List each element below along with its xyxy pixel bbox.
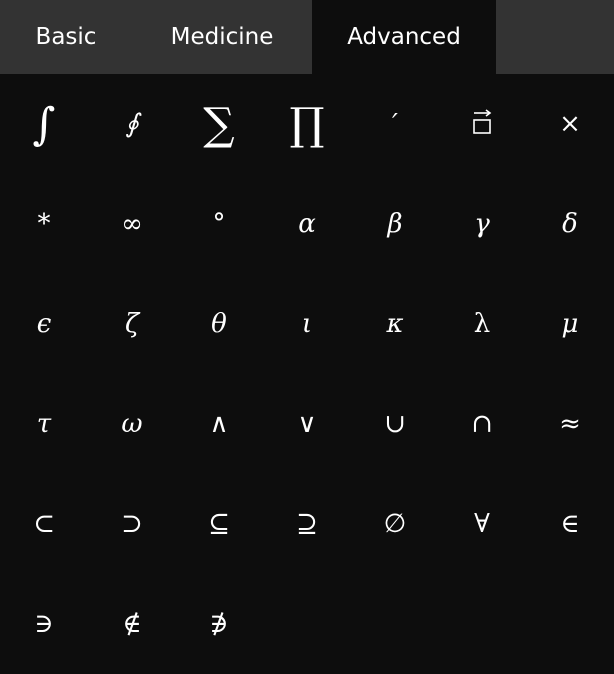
- tab-advanced[interactable]: Advanced: [312, 0, 496, 74]
- symbol-degree[interactable]: °: [175, 174, 263, 274]
- symbol-gamma[interactable]: γ: [438, 174, 526, 274]
- tab-medicine[interactable]: Medicine: [132, 0, 312, 74]
- symbol-superset-equal[interactable]: ⊇: [263, 474, 351, 574]
- tab-bar-filler: [496, 0, 614, 74]
- symbol-alpha[interactable]: α: [263, 174, 351, 274]
- symbol-approx[interactable]: ≈: [526, 374, 614, 474]
- symbol-delta[interactable]: δ: [526, 174, 614, 274]
- symbol-iota[interactable]: ι: [263, 274, 351, 374]
- symbol-vector[interactable]: ⃗: [438, 74, 526, 174]
- symbol-kappa[interactable]: κ: [351, 274, 439, 374]
- symbol-not-element-of[interactable]: ∉: [88, 574, 176, 674]
- symbol-not-contains[interactable]: ∌: [175, 574, 263, 674]
- symbol-grid: ∫ ∮ ∑ ∏ ′ ⃗ × * ∞ ° α β γ δ ϵ ζ θ ι κ λ …: [0, 74, 614, 672]
- symbol-intersection[interactable]: ∩: [438, 374, 526, 474]
- tab-bar: Basic Medicine Advanced: [0, 0, 614, 74]
- symbol-element-of[interactable]: ∈: [526, 474, 614, 574]
- symbol-omega[interactable]: ω: [88, 374, 176, 474]
- symbol-lambda[interactable]: λ: [438, 274, 526, 374]
- symbol-integral[interactable]: ∫: [0, 74, 88, 174]
- symbol-tau[interactable]: τ: [0, 374, 88, 474]
- symbol-zeta[interactable]: ζ: [88, 274, 176, 374]
- symbol-infinity[interactable]: ∞: [88, 174, 176, 274]
- tab-basic[interactable]: Basic: [0, 0, 132, 74]
- symbol-product[interactable]: ∏: [263, 74, 351, 174]
- symbol-asterisk[interactable]: *: [0, 174, 88, 274]
- symbol-union[interactable]: ∪: [351, 374, 439, 474]
- symbol-logical-or[interactable]: ∨: [263, 374, 351, 474]
- symbol-subset-equal[interactable]: ⊆: [175, 474, 263, 574]
- symbol-mu[interactable]: μ: [526, 274, 614, 374]
- symbol-superset[interactable]: ⊃: [88, 474, 176, 574]
- symbol-subset[interactable]: ⊂: [0, 474, 88, 574]
- symbol-empty-set[interactable]: ∅: [351, 474, 439, 574]
- symbol-contains[interactable]: ∋: [0, 574, 88, 674]
- vector-box-icon: [471, 109, 493, 139]
- symbol-summation[interactable]: ∑: [175, 74, 263, 174]
- symbol-contour-integral[interactable]: ∮: [88, 74, 176, 174]
- symbol-epsilon[interactable]: ϵ: [0, 274, 88, 374]
- symbol-times[interactable]: ×: [526, 74, 614, 174]
- symbol-logical-and[interactable]: ∧: [175, 374, 263, 474]
- symbol-theta[interactable]: θ: [175, 274, 263, 374]
- symbol-for-all[interactable]: ∀: [438, 474, 526, 574]
- symbol-beta[interactable]: β: [351, 174, 439, 274]
- symbol-prime[interactable]: ′: [351, 74, 439, 174]
